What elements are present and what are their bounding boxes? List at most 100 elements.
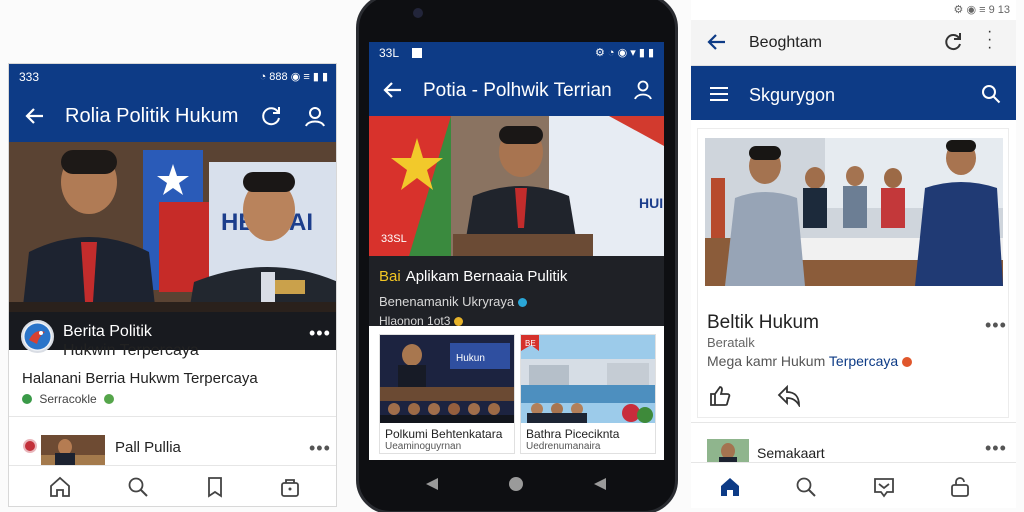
article-banner[interactable]: Bai Aplikam Bernaaia Pulitik Benenamanik …: [369, 256, 664, 328]
back-arrow-icon[interactable]: [707, 32, 727, 52]
profile-icon[interactable]: [304, 105, 326, 127]
back-arrow-icon[interactable]: [25, 106, 45, 126]
card-image: BE: [521, 335, 655, 423]
status-time: 33L: [379, 46, 399, 60]
refresh-icon[interactable]: [260, 105, 282, 127]
banner-meta2-text: Hlaonon 1ot3: [379, 314, 451, 328]
card-image: Hukun: [380, 335, 514, 423]
more-options-icon[interactable]: •••: [309, 439, 331, 457]
post-meta-text: Serracokle: [39, 392, 97, 406]
hero-photo[interactable]: HUI 33SL: [369, 116, 664, 256]
status-bar: 33L ⚙ ◔ ◉ ▾ ▮ ▮: [369, 42, 664, 64]
source-logo-icon: [23, 439, 37, 453]
search-icon[interactable]: [981, 84, 1001, 104]
status-bar: ⚙ ◉ ≡ 9 13: [691, 0, 1016, 22]
app-bar: Rolia Politik Hukum: [9, 89, 336, 142]
article-source: Mega kamr Hukum Terpercaya: [707, 353, 913, 369]
check-dot-icon: [104, 394, 115, 404]
card-sign-text: Hukun: [456, 353, 485, 364]
verified-dot-icon: [22, 394, 32, 404]
app-title: Rolia Politik Hukum: [65, 105, 239, 127]
center-phone-screen: 33L ⚙ ◔ ◉ ▾ ▮ ▮ Potia - Polhwik Terrian: [369, 42, 664, 460]
right-phone: ⚙ ◉ ≡ 9 13 Beoghtam · · · Skgurygon Belt…: [691, 0, 1016, 508]
list-item-title: Semakaart: [757, 445, 825, 461]
android-nav-bar: [369, 463, 664, 505]
more-options-icon[interactable]: •••: [985, 316, 1007, 334]
app-title: Skgurygon: [749, 85, 836, 105]
browser-bar: Beoghtam · · ·: [691, 20, 1016, 66]
card-sign-text: BE: [525, 339, 536, 348]
reload-icon[interactable]: [943, 32, 963, 52]
search-icon[interactable]: [795, 476, 817, 498]
home-circle-icon[interactable]: [508, 476, 524, 492]
front-camera: [413, 8, 423, 18]
article-headline: Beltik Hukum: [707, 312, 819, 333]
badge-dot-icon: [902, 357, 913, 367]
home-icon[interactable]: [49, 476, 71, 498]
profile-icon[interactable]: [633, 79, 653, 101]
list-item[interactable]: Semakaart •••: [691, 422, 1016, 467]
banner-title-prefix: Bai: [379, 268, 401, 285]
card-title: Bathra Piceciknta: [526, 427, 620, 441]
back-arrow-icon[interactable]: [383, 80, 403, 100]
status-time: 333: [19, 70, 40, 84]
search-icon[interactable]: [127, 476, 149, 498]
bag-icon[interactable]: [279, 476, 301, 498]
thumbnail-image: [41, 435, 105, 467]
article-card[interactable]: BE Bathra Piceciknta Uedrenumanaira: [520, 334, 656, 454]
banner-title-text: Aplikam Bernaaia Pulitik: [405, 268, 568, 285]
screenshot-collage: 333 ◔ 888 ◉ ≡ ▮ ▮ Rolia Politik Hukum HE…: [0, 0, 1024, 512]
card-title: Polkumi Behtenkatara: [385, 427, 503, 441]
banner-meta2: Hlaonon 1ot3: [379, 314, 463, 328]
share-icon[interactable]: [777, 385, 801, 407]
hero-sign-text: HUI: [639, 195, 663, 211]
status-icons: ◔ 888 ◉ ≡ ▮ ▮: [259, 71, 328, 83]
status-icons: ⚙ ◔ ◉ ▾ ▮ ▮: [594, 47, 654, 59]
like-icon[interactable]: [709, 385, 731, 407]
recents-triangle-icon[interactable]: [593, 477, 607, 491]
article-card[interactable]: Hukun Polkumi Behtenkatara Ueaminoguyrna…: [379, 334, 515, 454]
waterfront-building-image: BE: [521, 335, 655, 423]
back-triangle-icon[interactable]: [425, 477, 439, 491]
app-title: Potia - Polhwik Terrian: [423, 80, 612, 101]
home-icon[interactable]: [719, 476, 741, 498]
bookmark-icon[interactable]: [204, 476, 226, 498]
more-options-icon[interactable]: •••: [985, 439, 1007, 457]
list-item[interactable]: Pall Pullia •••: [9, 416, 336, 467]
status-icons: ⚙ ◉ ≡ 9 13: [953, 4, 1010, 16]
meeting-room-image: [705, 138, 1005, 286]
post-meta: Serracokle: [22, 392, 115, 406]
left-phone: 333 ◔ 888 ◉ ≡ ▮ ▮ Rolia Politik Hukum HE…: [8, 63, 337, 507]
status-bar: 333 ◔ 888 ◉ ≡ ▮ ▮: [9, 64, 336, 89]
article-subline: Beratalk: [707, 335, 755, 350]
card-meta: Ueaminoguyrnan: [385, 441, 462, 452]
browser-title: Beoghtam: [749, 34, 822, 51]
hamburger-menu-icon[interactable]: [709, 86, 729, 102]
hero-caption: 33SL: [381, 233, 407, 245]
more-options-icon[interactable]: •••: [309, 324, 331, 342]
banner-meta-text: Benenamanik Ukryraya: [379, 294, 515, 309]
card-meta: Uedrenumanaira: [526, 441, 601, 452]
bird-logo-icon: [24, 323, 51, 350]
post-subtitle: Halanani Berria Hukwm Terpercaya: [22, 370, 258, 387]
speaker-podium-image: HUI 33SL: [369, 116, 664, 256]
post-title[interactable]: Berita Politik Hukwin Terpercaya: [63, 322, 283, 360]
banner-meta: Benenamanik Ukryraya: [379, 294, 527, 309]
app-bar: Skgurygon: [691, 66, 1016, 120]
banner-title: Bai Aplikam Bernaaia Pulitik: [379, 268, 567, 285]
bottom-nav: [691, 462, 1016, 508]
inbox-icon[interactable]: [873, 476, 895, 498]
post-title-line1: Berita Politik: [63, 323, 152, 340]
app-bar: Potia - Polhwik Terrian: [369, 64, 664, 116]
verified-dot-icon: [517, 298, 527, 307]
hero-photo: [705, 138, 1005, 286]
list-item-title: Pall Pullia: [115, 439, 181, 456]
bottom-nav: [9, 465, 336, 506]
conference-hall-image: Hukun: [380, 335, 514, 423]
notification-icon: [411, 48, 422, 58]
badge-dot-icon: [453, 317, 463, 326]
overflow-menu-icon[interactable]: · · ·: [987, 24, 992, 56]
article-source-highlight: Terpercaya: [828, 353, 899, 369]
channel-logo[interactable]: [21, 320, 54, 353]
lock-icon[interactable]: [949, 476, 971, 498]
